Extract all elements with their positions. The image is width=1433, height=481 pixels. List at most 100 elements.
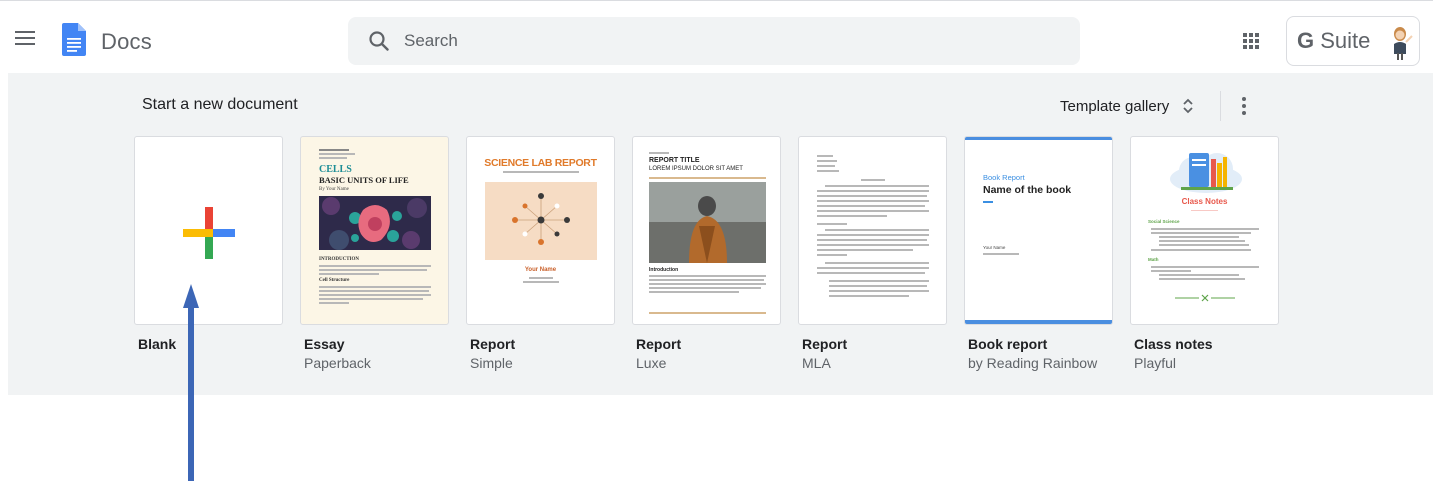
template-card-blank[interactable]: Blank — [134, 136, 283, 355]
more-options-icon[interactable] — [1234, 92, 1254, 120]
luxe-report-subtitle: LOREM IPSUM DOLOR SIT AMET — [649, 166, 743, 172]
template-thumbnail[interactable] — [798, 136, 947, 325]
accent-rule — [649, 312, 766, 314]
template-thumbnail[interactable] — [134, 136, 283, 325]
text-line — [817, 223, 847, 225]
divider-cross-icon — [1175, 294, 1235, 302]
text-line — [817, 267, 929, 269]
search-icon[interactable] — [368, 30, 390, 52]
text-line — [319, 269, 427, 271]
accent-bar-bottom — [965, 320, 1112, 324]
luxe-report-title: REPORT TITLE — [649, 157, 700, 164]
template-gallery-label: Template gallery — [1060, 97, 1170, 115]
text-line — [649, 283, 766, 285]
essay-intro-heading: INTRODUCTION — [319, 257, 360, 262]
unfold-more-icon — [1183, 98, 1193, 114]
template-title: Report — [636, 336, 682, 352]
text-line — [649, 275, 766, 277]
accent-rule — [649, 177, 766, 179]
template-title: Class notes — [1134, 336, 1213, 352]
text-line — [319, 294, 431, 296]
gsuite-brand-label: G Suite — [1297, 28, 1371, 53]
text-line — [319, 149, 349, 151]
text-line — [319, 298, 423, 300]
text-line — [817, 190, 929, 192]
text-line — [319, 273, 379, 275]
template-card-report-luxe[interactable]: REPORT TITLE LOREM IPSUM DOLOR SIT AMET … — [632, 136, 781, 371]
template-subtitle: Paperback — [304, 355, 371, 371]
class-notes-section-2: Math — [1148, 257, 1159, 262]
text-line — [319, 265, 431, 267]
text-line — [817, 239, 927, 241]
text-line — [817, 155, 833, 157]
template-title: Report — [802, 336, 848, 352]
text-line — [319, 302, 349, 304]
book-report-kicker: Book Report — [983, 173, 1025, 182]
template-thumbnail[interactable]: REPORT TITLE LOREM IPSUM DOLOR SIT AMET … — [632, 136, 781, 325]
text-line — [649, 152, 669, 154]
avatar[interactable] — [1385, 24, 1415, 60]
essay-heading: CELLS — [319, 164, 352, 175]
text-line — [503, 171, 579, 173]
account-button[interactable]: G Suite — [1286, 16, 1420, 66]
molecule-image — [485, 182, 597, 260]
template-subtitle: by Reading Rainbow — [968, 355, 1098, 371]
template-gallery-button[interactable]: Template gallery — [1060, 91, 1195, 121]
essay-subheading: BASIC UNITS OF LIFE — [319, 175, 409, 185]
text-line — [1151, 266, 1259, 268]
text-line — [817, 195, 927, 197]
cloud-books-illustration — [1170, 153, 1242, 193]
text-line — [817, 165, 835, 167]
text-line — [825, 185, 929, 187]
text-line — [1151, 232, 1251, 234]
template-subtitle: MLA — [802, 355, 831, 371]
template-card-book-report[interactable]: Book Report Name of the book Your Name B… — [964, 136, 1113, 371]
luxe-intro-heading: Introduction — [649, 267, 679, 273]
simple-report-title: SCIENCE LAB REPORT — [484, 157, 597, 169]
text-line — [817, 215, 887, 217]
text-line — [817, 210, 929, 212]
template-card-report-simple[interactable]: SCIENCE LAB REPORT Your Name Report Simp… — [466, 136, 615, 371]
template-panel: Start a new document Template gallery Bl… — [8, 73, 1433, 395]
template-title: Essay — [304, 336, 345, 352]
cells-illustration — [322, 197, 427, 250]
text-line — [1151, 249, 1251, 251]
text-line — [1159, 240, 1245, 242]
search-input[interactable] — [404, 17, 1064, 65]
text-line — [825, 262, 929, 264]
text-line — [649, 291, 739, 293]
template-thumbnail[interactable]: CELLS BASIC UNITS OF LIFE By Your Name I… — [300, 136, 449, 325]
class-notes-title: Class Notes — [1181, 197, 1228, 206]
arrow-up-icon — [183, 284, 199, 481]
section-title: Start a new document — [142, 96, 298, 113]
google-apps-grid-icon[interactable] — [1237, 27, 1265, 55]
cells-image — [319, 196, 431, 250]
app-name[interactable]: Docs — [101, 29, 152, 55]
essay-section-heading: Cell Structure — [319, 278, 350, 283]
text-line — [1159, 236, 1239, 238]
template-card-class-notes[interactable]: Class Notes —————— Social Science Math C… — [1130, 136, 1279, 371]
accent-bar-top — [965, 137, 1112, 140]
class-notes-section-1: Social Science — [1148, 219, 1180, 224]
text-line — [829, 285, 927, 287]
search-bar[interactable] — [348, 17, 1080, 65]
template-card-report-mla[interactable]: Report MLA — [798, 136, 947, 371]
text-line — [817, 200, 929, 202]
template-card-essay[interactable]: CELLS BASIC UNITS OF LIFE By Your Name I… — [300, 136, 449, 371]
accent-dash — [983, 201, 993, 203]
app-header: Docs G Suite — [0, 1, 1433, 73]
template-subtitle: Luxe — [636, 355, 667, 371]
text-line — [829, 280, 929, 282]
text-line — [817, 160, 837, 162]
text-line — [861, 179, 885, 181]
main-menu-button[interactable] — [10, 23, 40, 53]
docs-logo-icon[interactable] — [62, 23, 86, 56]
text-line — [817, 234, 929, 236]
text-line — [1159, 278, 1245, 280]
molecule-illustration — [512, 193, 570, 245]
template-thumbnail[interactable]: SCIENCE LAB REPORT Your Name — [466, 136, 615, 325]
template-thumbnail[interactable]: Book Report Name of the book Your Name — [964, 136, 1113, 325]
template-thumbnail[interactable]: Class Notes —————— Social Science Math — [1130, 136, 1279, 325]
header-divider — [1220, 91, 1221, 121]
essay-author: By Your Name — [319, 187, 349, 192]
